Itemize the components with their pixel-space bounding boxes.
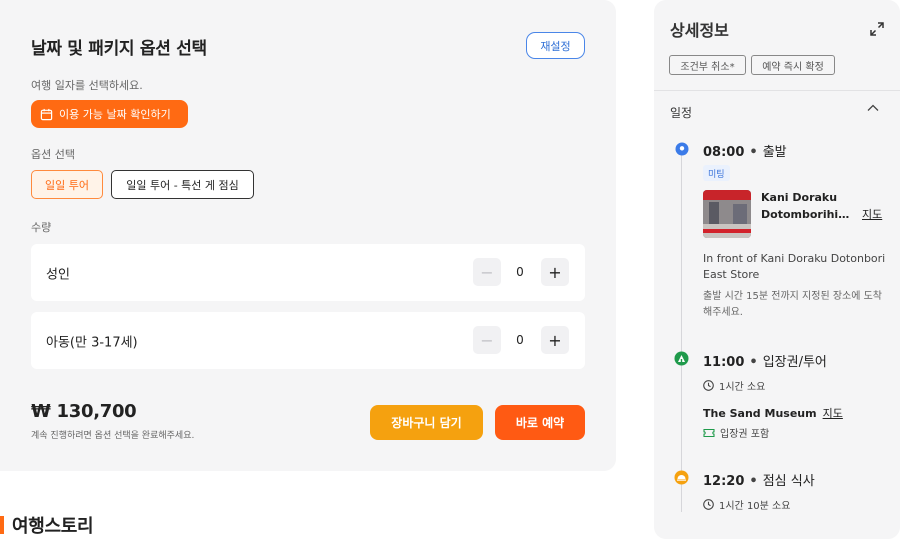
duration-text: 1시간 10분 소요 [719, 501, 791, 512]
step-separator: • [749, 355, 758, 370]
check-dates-button[interactable]: 이용 가능 날짜 확인하기 [31, 100, 188, 128]
quantity-row-adult: 성인 − 0 + [31, 244, 585, 301]
quantity-name: 성인 [46, 267, 70, 282]
ticket-icon [703, 428, 715, 437]
calendar-icon [40, 108, 53, 120]
child-plus-button[interactable]: + [541, 326, 569, 354]
duration-text: 1시간 소요 [719, 382, 766, 393]
clock-icon [703, 380, 714, 391]
divider [654, 90, 900, 91]
expand-icon[interactable] [869, 21, 885, 37]
option-day-tour[interactable]: 일일 투어 [31, 170, 103, 199]
attraction-place-name: The Sand Museum 지도 [703, 405, 843, 421]
tag-instant-confirm: 예약 즉시 확정 [751, 55, 835, 75]
step-duration: 1시간 소요 [703, 378, 765, 393]
map-link[interactable]: 지도 [862, 206, 882, 223]
step-duration: 1시간 10분 소요 [703, 497, 790, 512]
clock-icon [703, 499, 714, 510]
quantity-row-child: 아동(만 3-17세) − 0 + [31, 312, 585, 369]
check-dates-label: 이용 가능 날짜 확인하기 [59, 108, 171, 121]
child-quantity-value: 0 [516, 333, 524, 347]
meal-icon [674, 470, 689, 485]
quantity-label: 수량 [31, 221, 52, 234]
arrival-note: 출발 시간 15분 전까지 지정된 장소에 도착해주세요. [703, 291, 882, 318]
detail-panel: 상세정보 조건부 취소* 예약 즉시 확정 일정 08:00•출발 미팅 K [654, 0, 900, 539]
step-name: 출발 [762, 145, 787, 160]
timeline-line [681, 152, 682, 512]
booking-title: 날짜 및 패키지 옵션 선택 [31, 39, 207, 59]
place-name-line-1: Kani Doraku [761, 191, 838, 204]
ticket-included: 입장권 포함 [703, 425, 769, 440]
place-name-line-2: Dotomborihiga... 지도 [761, 206, 891, 223]
adult-plus-button[interactable]: + [541, 258, 569, 286]
step-time: 08:00 [703, 145, 745, 160]
adult-minus-button[interactable]: − [473, 258, 501, 286]
date-prompt: 여행 일자를 선택하세요. [31, 79, 143, 92]
step-separator: • [749, 474, 758, 489]
chevron-up-icon[interactable] [866, 101, 880, 115]
meeting-place-photo [703, 190, 751, 238]
attraction-name: The Sand Museum [703, 406, 817, 420]
meeting-place-name: Kani Doraku Dotomborihiga... 지도 [761, 189, 891, 223]
add-to-cart-button[interactable]: 장바구니 담기 [370, 405, 483, 440]
location-pin-icon [674, 141, 689, 156]
option-day-tour-crab-lunch[interactable]: 일일 투어 - 특선 게 점심 [111, 170, 254, 199]
step-lunch-header: 12:20 • 점심 식사 [703, 470, 815, 489]
total-price: ₩ 130,700 [31, 401, 137, 422]
quantity-name: 아동(만 3-17세) [46, 335, 138, 350]
step-separator: • [749, 145, 758, 160]
itinerary-label: 일정 [670, 106, 693, 120]
heading-accent-bar [0, 516, 4, 534]
tag-conditional-cancel: 조건부 취소* [669, 55, 746, 75]
adult-quantity-value: 0 [516, 265, 524, 279]
ticket-text: 입장권 포함 [720, 429, 770, 440]
step-name: 점심 식사 [762, 474, 815, 489]
meeting-address: In front of Kani Doraku Dotonbori East S… [703, 252, 886, 281]
detail-title: 상세정보 [670, 21, 729, 40]
step-time: 11:00 [703, 355, 745, 370]
step-name: 입장권/투어 [762, 355, 827, 370]
child-minus-button[interactable]: − [473, 326, 501, 354]
travel-story-title: 여행스토리 [12, 516, 94, 537]
booking-card: 날짜 및 패키지 옵션 선택 재설정 여행 일자를 선택하세요. 이용 가능 날… [0, 0, 616, 471]
reset-button[interactable]: 재설정 [526, 32, 585, 59]
attraction-icon [674, 351, 689, 366]
travel-story-heading: 여행스토리 [0, 512, 94, 538]
step-departure-header: 08:00 • 출발 [703, 141, 787, 160]
map-link[interactable]: 지도 [823, 405, 843, 421]
place-name-truncated: Dotomborihiga... [761, 208, 856, 221]
price-note: 계속 진행하려면 옵션 선택을 완료해주세요. [31, 431, 195, 441]
step-attraction-header: 11:00 • 입장권/투어 [703, 351, 827, 370]
option-label: 옵션 선택 [31, 148, 75, 161]
meeting-badge: 미팅 [703, 165, 730, 181]
book-now-button[interactable]: 바로 예약 [495, 405, 585, 440]
step-time: 12:20 [703, 474, 745, 489]
